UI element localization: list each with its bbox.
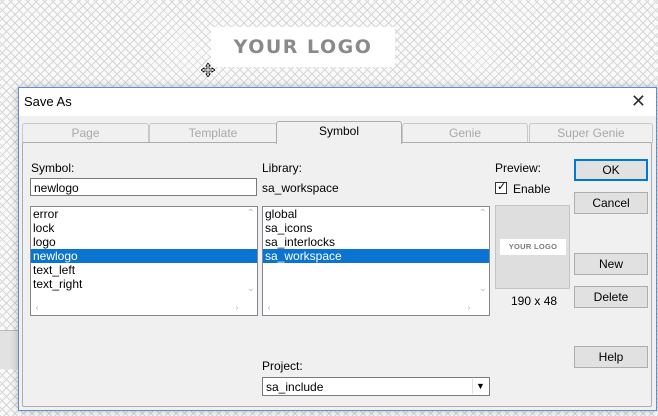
symbol-list[interactable]: error lock logo newlogo text_left text_r…: [30, 206, 258, 316]
canvas-logo: YOUR LOGO: [211, 27, 395, 67]
delete-button[interactable]: Delete: [574, 286, 648, 308]
new-button[interactable]: New: [574, 253, 648, 275]
list-item-selected[interactable]: sa_workspace: [263, 249, 489, 263]
project-label: Project:: [262, 359, 303, 373]
symbol-preview: YOUR LOGO: [495, 205, 570, 289]
tab-super-genie[interactable]: Super Genie: [529, 123, 653, 143]
close-icon[interactable]: ✕: [631, 91, 646, 112]
checkmark-icon: ✓: [497, 180, 507, 193]
list-item[interactable]: sa_icons: [263, 221, 489, 235]
scroll-left-icon[interactable]: ‹: [267, 303, 271, 314]
scroll-up-icon[interactable]: ⌃: [479, 208, 487, 219]
scroll-down-icon[interactable]: ⌄: [247, 283, 255, 294]
library-label: Library:: [262, 161, 303, 175]
list-item[interactable]: lock: [31, 221, 257, 235]
tab-template[interactable]: Template: [149, 123, 277, 143]
help-button[interactable]: Help: [574, 346, 648, 368]
symbol-label: Symbol:: [31, 161, 75, 175]
move-cursor-icon: [201, 63, 215, 77]
save-as-dialog: Save As ✕ Page Template Symbol Genie Sup…: [18, 87, 657, 411]
project-select-value: sa_include: [266, 380, 324, 394]
list-item[interactable]: global: [263, 207, 489, 221]
library-value: sa_workspace: [262, 181, 339, 195]
project-select[interactable]: sa_include ▼: [262, 377, 490, 396]
scroll-left-icon[interactable]: ‹: [35, 303, 39, 314]
ok-button[interactable]: OK: [574, 159, 648, 181]
scroll-up-icon[interactable]: ⌃: [247, 208, 255, 219]
list-item[interactable]: text_left: [31, 263, 257, 277]
list-item-selected[interactable]: newlogo: [31, 249, 257, 263]
background-panel: [0, 330, 20, 369]
list-item[interactable]: sa_interlocks: [263, 235, 489, 249]
dialog-titlebar[interactable]: Save As ✕: [19, 88, 656, 116]
list-item[interactable]: text_right: [31, 277, 257, 291]
list-item[interactable]: logo: [31, 235, 257, 249]
preview-logo: YOUR LOGO: [500, 239, 566, 255]
tab-symbol[interactable]: Symbol: [276, 121, 402, 144]
scroll-right-icon[interactable]: ›: [467, 303, 471, 314]
scroll-right-icon[interactable]: ›: [235, 303, 239, 314]
cancel-button[interactable]: Cancel: [574, 192, 648, 214]
symbol-name-input[interactable]: newlogo: [30, 178, 257, 196]
tab-page[interactable]: Page: [22, 123, 149, 143]
preview-size: 190 x 48: [511, 294, 558, 308]
canvas-logo-text: YOUR LOGO: [233, 36, 373, 58]
enable-label: Enable: [513, 182, 551, 196]
scroll-down-icon[interactable]: ⌄: [479, 283, 487, 294]
chevron-down-icon[interactable]: ▼: [472, 379, 488, 394]
library-list[interactable]: global sa_icons sa_interlocks sa_workspa…: [262, 206, 490, 316]
dialog-title: Save As: [24, 94, 72, 109]
tab-strip: Page Template Symbol Genie Super Genie: [19, 121, 656, 144]
tab-genie[interactable]: Genie: [402, 123, 528, 143]
enable-preview-checkbox[interactable]: ✓: [495, 180, 507, 194]
list-item[interactable]: error: [31, 207, 257, 221]
preview-label: Preview:: [495, 161, 542, 175]
